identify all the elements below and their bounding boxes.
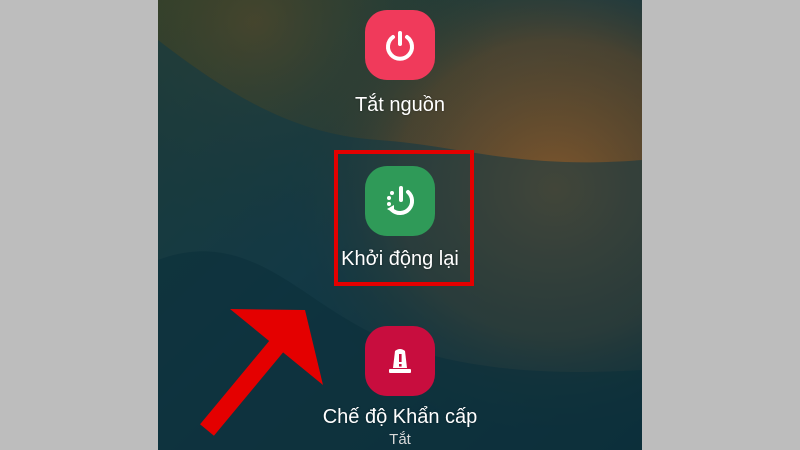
right-gray-margin	[642, 0, 800, 450]
power-off-label: Tắt nguồn	[354, 94, 446, 116]
highlight-box	[334, 150, 474, 286]
emergency-mode-label: Chế độ Khẩn cấp	[322, 406, 478, 428]
screenshot-frame: Tắt nguồn Khởi động lại Chế độ Khẩn cấp …	[0, 0, 800, 450]
emergency-mode-status: Tắt	[389, 431, 411, 448]
emergency-icon[interactable]	[365, 326, 435, 396]
emergency-mode-option[interactable]: Chế độ Khẩn cấp Tắt	[300, 326, 500, 448]
power-off-option[interactable]: Tắt nguồn	[300, 10, 500, 117]
power-icon[interactable]	[365, 10, 435, 80]
left-gray-margin	[0, 0, 158, 450]
phone-screen: Tắt nguồn Khởi động lại Chế độ Khẩn cấp …	[158, 0, 642, 450]
